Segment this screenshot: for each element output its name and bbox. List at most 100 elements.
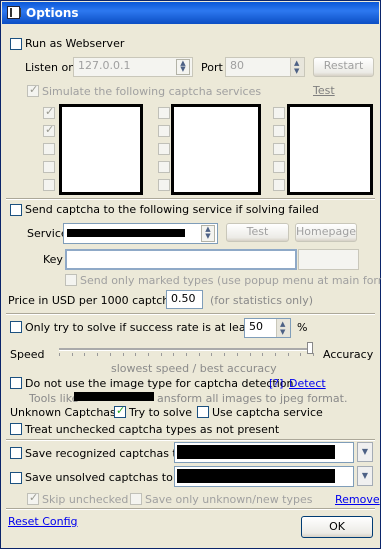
slider-tick — [313, 353, 314, 356]
help-link[interactable]: [?] — [269, 377, 283, 390]
try-solve-label: Try to solve — [129, 406, 192, 419]
chevron-down-icon[interactable]: ▼ — [357, 442, 373, 462]
simulate-label: Simulate the following captcha services — [42, 85, 262, 98]
service-checkbox[interactable] — [273, 143, 285, 155]
unsolved-path-field[interactable] — [174, 466, 354, 487]
down-arrow-icon[interactable]: ▼ — [280, 329, 285, 336]
service-checkbox[interactable] — [273, 161, 285, 173]
port-stepper[interactable]: ▲ ▼ — [290, 58, 304, 76]
price-input[interactable]: 0.50 — [166, 290, 203, 309]
up-arrow-icon[interactable]: ▲ — [294, 60, 299, 67]
homepage-button[interactable]: Homepage — [295, 223, 357, 242]
redacted-service-list — [59, 104, 143, 195]
service-checkbox[interactable] — [158, 107, 170, 119]
skip-unchecked-checkbox[interactable] — [27, 491, 39, 505]
no-image-type-checkbox[interactable] — [10, 377, 22, 389]
recognized-path-field[interactable] — [174, 442, 354, 463]
port-field[interactable]: 80 ▲ ▼ — [225, 57, 305, 77]
listen-address-combo[interactable]: 127.0.0.1 ▲ ▼ — [73, 57, 193, 77]
options-window: Options Run as Webserver Listen on 127.0… — [0, 0, 381, 549]
send-marked-label: Send only marked types (use popup menu a… — [80, 274, 381, 287]
ok-button[interactable]: OK — [301, 516, 373, 538]
save-recognized-checkbox[interactable] — [10, 447, 22, 459]
service-checkbox[interactable] — [158, 179, 170, 191]
chevron-down-icon[interactable]: ▼ — [357, 466, 373, 486]
slider-tick — [59, 353, 60, 356]
redacted-service-list — [287, 104, 373, 195]
success-rate-checkbox[interactable] — [10, 321, 22, 333]
skip-unchecked-label: Skip unchecked — [42, 493, 129, 506]
redacted-path — [177, 469, 335, 483]
success-rate-stepper[interactable]: ▲ ▼ — [276, 319, 290, 337]
service-checkbox[interactable] — [273, 125, 285, 137]
slider-tick — [147, 353, 149, 356]
key-extra-field[interactable] — [298, 249, 359, 270]
price-hint: (for statistics only) — [210, 294, 314, 307]
divider — [6, 508, 375, 510]
slider-tick — [198, 353, 200, 356]
test-link[interactable]: Test — [313, 84, 335, 97]
service-checkbox[interactable] — [158, 161, 170, 173]
chevron-updown-icon[interactable]: ▲ ▼ — [176, 59, 190, 75]
save-unsolved-checkbox[interactable] — [10, 472, 22, 484]
slider-ticks — [59, 353, 314, 357]
remove-link[interactable]: Remove — [335, 493, 380, 506]
service-checkbox[interactable] — [273, 179, 285, 191]
slider-tick — [173, 353, 175, 356]
key-input[interactable] — [65, 249, 297, 270]
window-title: Options — [26, 6, 79, 20]
slider-tick — [186, 353, 187, 356]
success-rate-label: Only try to solve if success rate is at … — [25, 321, 256, 334]
send-marked-checkbox[interactable] — [65, 274, 77, 286]
unknown-captchas-label: Unknown Captchas: — [10, 406, 120, 419]
service-checkbox[interactable] — [43, 161, 55, 173]
slider-tick — [300, 353, 302, 356]
accuracy-label: Accuracy — [323, 348, 374, 361]
slider-tick — [84, 353, 86, 356]
chevron-updown-icon[interactable]: ▲ ▼ — [201, 225, 215, 242]
up-arrow-icon[interactable]: ▲ — [280, 321, 285, 328]
slider-tick — [211, 353, 213, 356]
service-checkbox[interactable] — [158, 143, 170, 155]
slider-tick — [224, 353, 226, 356]
save-unknown-only-checkbox[interactable] — [130, 493, 142, 505]
service-checkbox[interactable] — [43, 179, 55, 191]
slider-tick — [262, 353, 264, 356]
service-checkbox[interactable] — [43, 143, 55, 155]
run-webserver-label: Run as Webserver — [25, 37, 125, 50]
try-solve-checkbox[interactable] — [114, 404, 126, 418]
slider-hint: slowest speed / best accuracy — [111, 362, 277, 375]
reset-config-link[interactable]: Reset Config — [8, 515, 78, 528]
restart-button[interactable]: Restart — [313, 57, 374, 77]
save-unsolved-label: Save unsolved captchas to — [25, 471, 173, 484]
speed-accuracy-slider[interactable] — [59, 348, 313, 351]
save-recognized-label: Save recognized captchas to — [25, 447, 184, 460]
service-label: Service — [27, 227, 68, 240]
treat-unchecked-checkbox[interactable] — [10, 423, 22, 435]
listen-address-value: 127.0.0.1 — [78, 59, 131, 72]
service-select[interactable]: ▲ ▼ — [63, 223, 218, 244]
slider-tick — [160, 353, 162, 356]
simulate-checkbox[interactable] — [27, 83, 39, 97]
service-checkbox[interactable] — [158, 125, 170, 137]
tools-text-start: Tools like — [29, 392, 79, 405]
slider-tick — [287, 353, 289, 356]
redacted-service-name — [67, 229, 185, 237]
service-checkbox[interactable] — [43, 123, 55, 137]
slider-tick — [122, 353, 124, 356]
no-image-type-label: Do not use the image type for captcha de… — [25, 377, 294, 390]
detect-link[interactable]: Detect — [289, 377, 326, 390]
service-checkbox[interactable] — [43, 105, 55, 119]
slider-tick — [109, 353, 111, 356]
send-fallback-checkbox[interactable] — [10, 204, 22, 216]
title-bar[interactable]: Options — [2, 2, 379, 24]
service-test-button[interactable]: Test — [226, 223, 289, 242]
run-webserver-checkbox[interactable] — [10, 38, 22, 50]
success-rate-field[interactable]: 50 ▲ ▼ — [244, 318, 291, 338]
down-arrow-icon[interactable]: ▼ — [294, 68, 299, 75]
app-icon — [7, 6, 21, 19]
service-checkbox[interactable] — [273, 107, 285, 119]
speed-label: Speed — [10, 348, 45, 361]
slider-tick — [249, 353, 251, 356]
use-service-checkbox[interactable] — [197, 406, 209, 418]
